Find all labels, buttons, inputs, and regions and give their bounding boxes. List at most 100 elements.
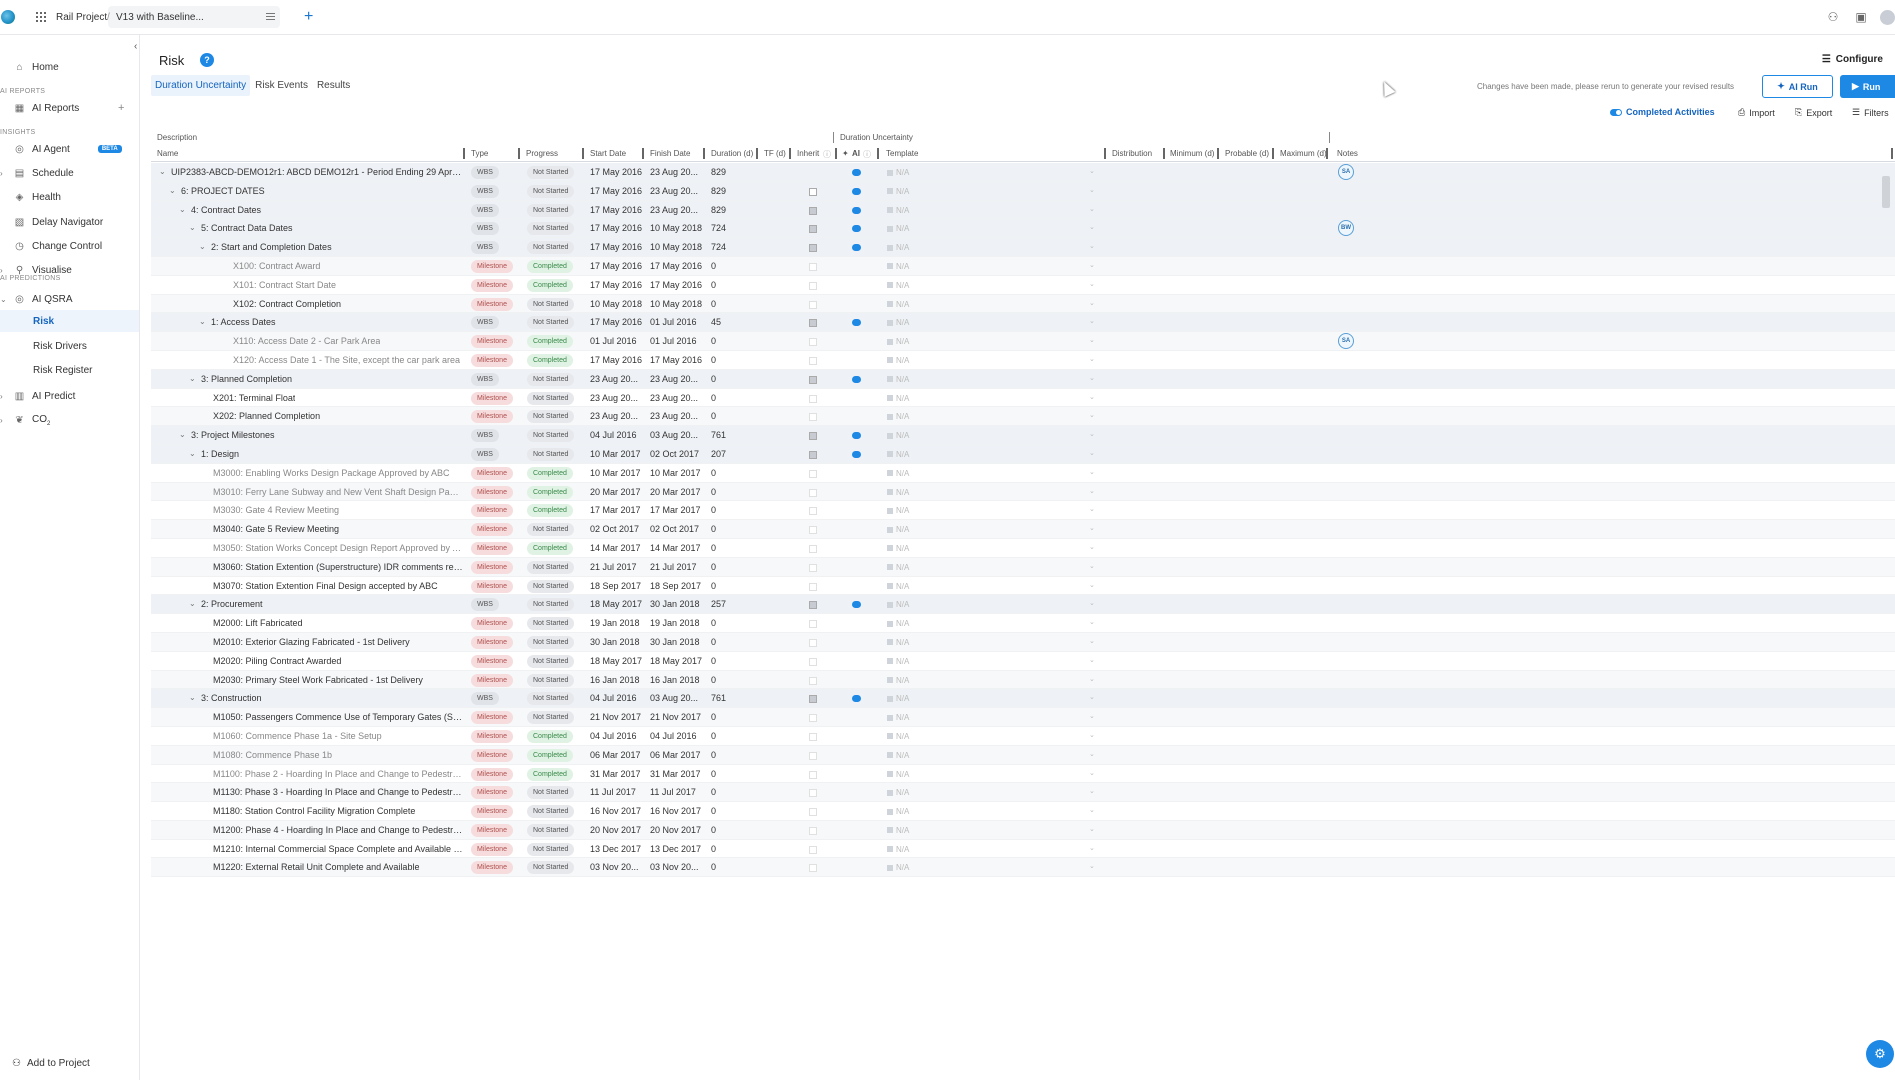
row-name[interactable]: M2030: Primary Steel Work Fabricated - 1… <box>213 675 423 685</box>
note-avatar[interactable]: BW <box>1338 220 1354 237</box>
row-name[interactable]: X201: Terminal Float <box>213 393 295 403</box>
users-icon[interactable]: ⚇ <box>1826 11 1840 23</box>
ai-toggle[interactable] <box>852 601 861 609</box>
chevron-down-icon[interactable]: ⌄ <box>1089 712 1095 720</box>
app-logo-icon[interactable] <box>1 10 15 24</box>
table-row[interactable]: M1080: Commence Phase 1b Milestone Complet… <box>151 745 1895 765</box>
chevron-down-icon[interactable]: ⌄ <box>199 317 206 326</box>
table-row[interactable]: M3000: Enabling Works Design Package App… <box>151 464 1895 483</box>
row-name[interactable]: 3: Project Milestones <box>191 430 275 440</box>
chevron-down-icon[interactable]: ⌄ <box>1089 524 1095 532</box>
inherit-checkbox[interactable] <box>809 620 817 629</box>
template-select[interactable]: N/A <box>887 619 909 628</box>
table-row[interactable]: M1050: Passengers Commence Use of Tempor… <box>151 708 1895 727</box>
sidebar-item-ai-qsra[interactable]: ⌄ ◎ AI QSRA <box>0 288 139 310</box>
inherit-checkbox[interactable] <box>809 582 817 591</box>
table-row[interactable]: X101: Contract Start Date Milestone Comple… <box>151 276 1895 295</box>
ai-toggle[interactable] <box>852 695 861 703</box>
chevron-down-icon[interactable]: ⌄ <box>1089 750 1095 758</box>
row-name[interactable]: 1: Access Dates <box>211 317 276 327</box>
user-avatar[interactable] <box>1880 10 1895 25</box>
chevron-down-icon[interactable]: ⌄ <box>1089 675 1095 683</box>
ai-toggle[interactable] <box>852 206 861 214</box>
chevron-down-icon[interactable]: ⌄ <box>1089 374 1095 382</box>
col-minimum[interactable]: Minimum (d) <box>1170 149 1214 158</box>
sidebar-item-home[interactable]: ⌂ Home <box>0 56 139 78</box>
template-select[interactable]: N/A <box>887 863 909 872</box>
chevron-down-icon[interactable]: ⌄ <box>1089 430 1095 438</box>
row-name[interactable]: M1130: Phase 3 - Hoarding In Place and C… <box>213 787 463 797</box>
chevron-down-icon[interactable]: ⌄ <box>1089 543 1095 551</box>
ai-toggle[interactable] <box>852 225 861 233</box>
chevron-down-icon[interactable]: ⌄ <box>1089 242 1095 250</box>
template-select[interactable]: N/A <box>887 375 909 384</box>
sidebar-item-risk[interactable]: Risk <box>0 310 139 332</box>
tab-results[interactable]: Results <box>313 75 354 96</box>
chevron-down-icon[interactable]: ⌄ <box>199 242 206 251</box>
inherit-checkbox[interactable] <box>809 244 817 253</box>
table-row[interactable]: M1200: Phase 4 - Hoarding In Place and C… <box>151 820 1895 840</box>
menu-lines-icon[interactable] <box>266 13 275 20</box>
inherit-checkbox[interactable] <box>809 789 817 798</box>
ai-toggle[interactable] <box>852 432 861 440</box>
table-row[interactable]: X202: Planned Completion Milestone Not Sta… <box>151 407 1895 427</box>
chevron-down-icon[interactable]: ⌄ <box>1089 505 1095 513</box>
chevron-down-icon[interactable]: ⌄ <box>159 167 166 176</box>
row-name[interactable]: M2000: Lift Fabricated <box>213 618 303 628</box>
inherit-checkbox[interactable] <box>809 262 817 271</box>
table-row[interactable]: X100: Contract Award Milestone Completed 17… <box>151 256 1895 276</box>
inherit-checkbox[interactable] <box>809 206 817 215</box>
row-name[interactable]: 6: PROJECT DATES <box>181 186 265 196</box>
inherit-checkbox[interactable] <box>809 714 817 723</box>
row-name[interactable]: M3000: Enabling Works Design Package App… <box>213 468 449 478</box>
table-row[interactable]: ⌄ UIP2383-ABCD-DEMO12r1: ABCD DEMO12r1 - … <box>151 163 1895 182</box>
template-select[interactable]: N/A <box>887 807 909 816</box>
ai-toggle[interactable] <box>852 187 861 195</box>
inherit-checkbox[interactable] <box>809 300 817 309</box>
col-progress[interactable]: Progress <box>526 149 558 158</box>
inherit-checkbox[interactable] <box>809 319 817 328</box>
chevron-down-icon[interactable]: ⌄ <box>1089 862 1095 870</box>
inherit-checkbox[interactable] <box>809 676 817 685</box>
row-name[interactable]: X202: Planned Completion <box>213 411 320 421</box>
template-select[interactable]: N/A <box>887 845 909 854</box>
chevron-down-icon[interactable]: ⌄ <box>1089 411 1095 419</box>
chevron-down-icon[interactable]: ⌄ <box>189 223 196 232</box>
chevron-down-icon[interactable]: ⌄ <box>1089 825 1095 833</box>
table-row[interactable]: X102: Contract Completion Milestone Not St… <box>151 294 1895 314</box>
chevron-down-icon[interactable]: ⌄ <box>189 693 196 702</box>
row-name[interactable]: M1210: Internal Commercial Space Complet… <box>213 844 463 854</box>
table-row[interactable]: M3010: Ferry Lane Subway and New Vent Sh… <box>151 482 1895 502</box>
chevron-down-icon[interactable]: ⌄ <box>1089 393 1095 401</box>
chevron-down-icon[interactable]: ⌄ <box>1089 487 1095 495</box>
row-name[interactable]: 4: Contract Dates <box>191 205 261 215</box>
row-name[interactable]: 2: Start and Completion Dates <box>211 242 332 252</box>
chevron-down-icon[interactable]: ⌄ <box>1089 355 1095 363</box>
inherit-checkbox[interactable] <box>809 225 817 234</box>
row-name[interactable]: M3070: Station Extention Final Design ac… <box>213 581 438 591</box>
template-select[interactable]: N/A <box>887 638 909 647</box>
template-select[interactable]: N/A <box>887 431 909 440</box>
col-probable[interactable]: Probable (d) <box>1225 149 1269 158</box>
row-name[interactable]: X110: Access Date 2 - Car Park Area <box>233 336 380 346</box>
row-name[interactable]: X102: Contract Completion <box>233 299 341 309</box>
row-name[interactable]: 3: Planned Completion <box>201 374 292 384</box>
table-row[interactable]: M3040: Gate 5 Review Meeting Milestone Not… <box>151 520 1895 539</box>
chevron-down-icon[interactable]: ⌄ <box>1089 787 1095 795</box>
add-to-project-button[interactable]: ⚇ Add to Project <box>12 1058 90 1069</box>
table-row[interactable]: ⌄ 1: Access Dates WBS Not Started 17 May 201… <box>151 313 1895 333</box>
row-name[interactable]: M3060: Station Extention (Superstructure… <box>213 562 463 572</box>
row-name[interactable]: M1050: Passengers Commence Use of Tempor… <box>213 712 463 722</box>
template-select[interactable]: N/A <box>887 300 909 309</box>
template-select[interactable]: N/A <box>887 826 909 835</box>
chevron-down-icon[interactable]: ⌄ <box>1089 205 1095 213</box>
row-name[interactable]: M3030: Gate 4 Review Meeting <box>213 505 339 515</box>
table-row[interactable]: ⌄ 5: Contract Data Dates WBS Not Started 17 … <box>151 219 1895 239</box>
chevron-down-icon[interactable]: ⌄ <box>1089 806 1095 814</box>
chevron-down-icon[interactable]: ⌄ <box>179 205 186 214</box>
ai-toggle[interactable] <box>852 450 861 458</box>
template-select[interactable]: N/A <box>887 337 909 346</box>
template-select[interactable]: N/A <box>887 356 909 365</box>
template-select[interactable]: N/A <box>887 582 909 591</box>
row-name[interactable]: M1200: Phase 4 - Hoarding In Place and C… <box>213 825 463 835</box>
